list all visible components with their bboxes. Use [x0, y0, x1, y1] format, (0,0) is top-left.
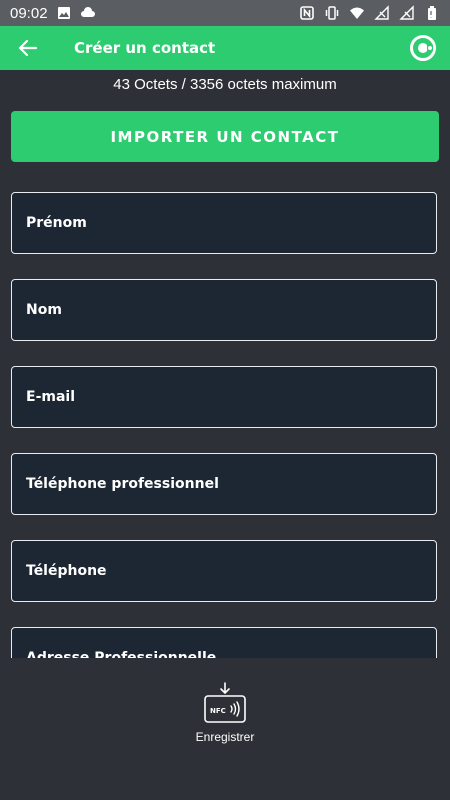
field-label: Prénom [26, 215, 87, 231]
cloud-icon [80, 5, 96, 21]
contact-form: Prénom Nom E-mail Téléphone professionne… [0, 192, 450, 658]
status-bar: 09:02 [0, 0, 450, 26]
field-label: Nom [26, 302, 62, 318]
app-bar: Créer un contact [0, 26, 450, 70]
arrow-left-icon [18, 38, 38, 58]
import-contact-button[interactable]: IMPORTER UN CONTACT [11, 111, 439, 162]
nfc-icon [299, 5, 315, 21]
brand-logo-icon [409, 34, 437, 62]
brand-logo-button[interactable] [408, 33, 438, 63]
field-label: E-mail [26, 389, 76, 405]
battery-icon [424, 5, 440, 21]
work-phone-field[interactable]: Téléphone professionnel [11, 453, 437, 515]
signal-icon [399, 5, 415, 21]
phone-field[interactable]: Téléphone [11, 540, 437, 602]
email-field[interactable]: E-mail [11, 366, 437, 428]
nfc-write-icon: NFC [203, 682, 247, 724]
save-button[interactable]: NFC Enregistrer [175, 682, 275, 762]
page-title: Créer un contact [74, 39, 216, 57]
field-label: Adresse Professionnelle [26, 650, 217, 658]
image-icon [56, 5, 72, 21]
size-info: 43 Octets / 3356 octets maximum [113, 76, 337, 93]
field-label: Téléphone [26, 563, 107, 579]
first-name-field[interactable]: Prénom [11, 192, 437, 254]
nfc-text: NFC [210, 707, 226, 715]
back-button[interactable] [0, 26, 56, 70]
status-time: 09:02 [10, 4, 48, 22]
work-address-field[interactable]: Adresse Professionnelle [11, 627, 437, 658]
bottom-bar: NFC Enregistrer [0, 658, 450, 800]
save-label: Enregistrer [195, 730, 255, 744]
field-label: Téléphone professionnel [26, 476, 219, 492]
signal-icon [374, 5, 390, 21]
vibrate-icon [324, 5, 340, 21]
wifi-icon [349, 5, 365, 21]
last-name-field[interactable]: Nom [11, 279, 437, 341]
